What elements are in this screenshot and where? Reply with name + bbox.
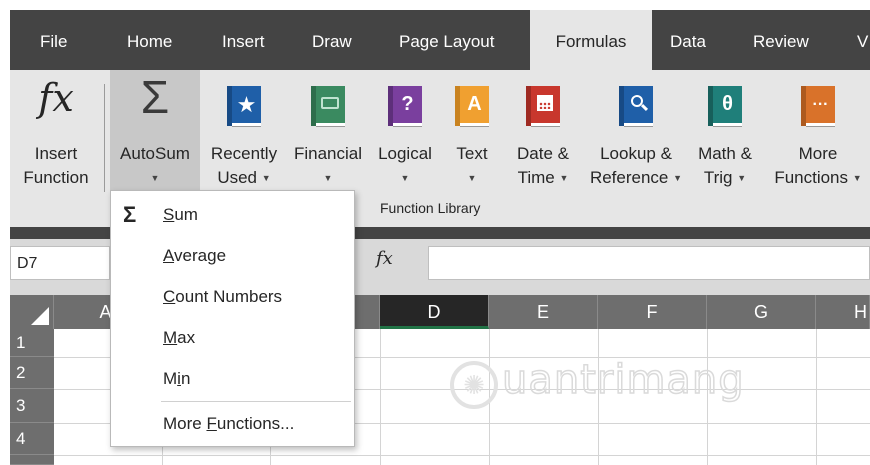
column-header-f[interactable]: F: [598, 295, 707, 329]
name-box[interactable]: D7: [10, 246, 110, 280]
date-time-label-1: Date &: [517, 144, 569, 163]
menu-item-average[interactable]: Average: [111, 236, 352, 276]
menu-item-sum[interactable]: Σ Sum: [111, 195, 352, 235]
math-trig-button[interactable]: θ Math & Trig ▼: [690, 70, 760, 195]
tab-data[interactable]: Data: [670, 10, 706, 70]
math-trig-label-2: Trig: [703, 168, 733, 187]
lookup-reference-button[interactable]: Lookup & Reference ▼: [584, 70, 688, 195]
logical-button[interactable]: ? Logical ▼: [370, 70, 440, 195]
autosum-label: AutoSum: [120, 144, 190, 163]
more-functions-label-2: Functions: [774, 168, 849, 187]
row-header-2[interactable]: 2: [10, 357, 54, 389]
math-trig-label-1: Math &: [698, 144, 752, 163]
menu-item-min[interactable]: Min: [111, 359, 352, 399]
tab-draw[interactable]: Draw: [312, 10, 352, 70]
calendar-book-icon: [526, 86, 560, 127]
chevron-down-icon: ▼: [261, 173, 271, 183]
insert-function-button[interactable]: fx Insert Function: [10, 70, 102, 195]
chevron-down-icon: ▼: [559, 173, 569, 183]
chevron-down-icon: ▼: [323, 173, 333, 183]
formula-input[interactable]: [428, 246, 870, 280]
financial-label: Financial: [293, 144, 363, 163]
date-time-label-2: Time: [517, 168, 555, 187]
money-book-icon: [311, 86, 345, 127]
date-time-button[interactable]: Date & Time ▼: [504, 70, 582, 195]
lookup-reference-label-2: Reference: [589, 168, 669, 187]
row-header-3[interactable]: 3: [10, 389, 54, 423]
chevron-down-icon: ▼: [737, 173, 747, 183]
ribbon-separator: [104, 84, 105, 192]
column-header-g[interactable]: G: [707, 295, 816, 329]
column-header-h[interactable]: H: [816, 295, 870, 329]
tab-file[interactable]: File: [40, 10, 67, 70]
menu-separator: [161, 401, 351, 402]
more-functions-button[interactable]: ··· More Functions ▼: [766, 70, 870, 195]
column-header-d[interactable]: D: [380, 295, 489, 329]
lookup-reference-label-1: Lookup &: [600, 144, 672, 163]
more-book-icon: ···: [801, 86, 835, 127]
row-header-1[interactable]: 1: [10, 329, 54, 357]
insert-function-label-1: Insert: [34, 144, 78, 163]
function-library-group-label: Function Library: [380, 200, 481, 216]
menu-item-max[interactable]: Max: [111, 318, 352, 358]
tab-home[interactable]: Home: [127, 10, 172, 70]
recently-used-label-2: Used: [217, 168, 258, 187]
chevron-down-icon: ▼: [467, 173, 477, 183]
tab-review[interactable]: Review: [753, 10, 809, 70]
insert-function-label-2: Function: [23, 168, 89, 187]
question-book-icon: ?: [388, 86, 422, 127]
excel-window: File Home Insert Draw Page Layout Formul…: [10, 10, 870, 465]
row-header-5[interactable]: [10, 455, 54, 465]
column-header-e[interactable]: E: [489, 295, 598, 329]
recently-used-button[interactable]: ★ Recently Used ▼: [202, 70, 286, 195]
logical-label: Logical: [378, 144, 432, 163]
chevron-down-icon: ▼: [852, 173, 862, 183]
row-header-4[interactable]: 4: [10, 423, 54, 455]
tab-insert[interactable]: Insert: [222, 10, 265, 70]
sigma-icon: Σ: [123, 202, 137, 227]
select-all-button[interactable]: [10, 295, 54, 329]
watermark-text: uantrimang: [501, 356, 745, 404]
sigma-icon: Σ: [140, 71, 170, 123]
magnifier-book-icon: [619, 86, 653, 127]
lightbulb-icon: ✺: [450, 361, 498, 409]
tab-view-partial[interactable]: V: [857, 10, 868, 70]
menu-item-more-functions[interactable]: More Functions...: [111, 404, 352, 444]
text-book-icon: A: [455, 86, 489, 127]
tab-formulas[interactable]: Formulas: [530, 10, 652, 70]
menu-item-count-numbers[interactable]: Count Numbers: [111, 277, 352, 317]
ribbon-tab-bar: File Home Insert Draw Page Layout Formul…: [10, 10, 870, 70]
chevron-down-icon: ▼: [673, 173, 683, 183]
text-button[interactable]: A Text ▼: [442, 70, 502, 195]
financial-button[interactable]: Financial ▼: [286, 70, 370, 195]
tab-page-layout[interactable]: Page Layout: [399, 10, 494, 70]
text-label: Text: [456, 144, 488, 163]
insert-function-fx-icon[interactable]: fx: [376, 248, 393, 269]
autosum-button[interactable]: Σ AutoSum ▼: [110, 70, 200, 195]
watermark-logo: ✺ uantrimang: [450, 355, 750, 425]
more-functions-label-1: More: [798, 144, 838, 163]
theta-book-icon: θ: [708, 86, 742, 127]
fx-icon: fx: [38, 76, 74, 120]
autosum-dropdown-menu: Σ Sum Average Count Numbers Max Min More…: [110, 190, 355, 447]
star-book-icon: ★: [227, 86, 261, 127]
recently-used-label-1: Recently: [210, 144, 278, 163]
chevron-down-icon: ▼: [400, 173, 410, 183]
chevron-down-icon[interactable]: ▼: [151, 173, 160, 183]
